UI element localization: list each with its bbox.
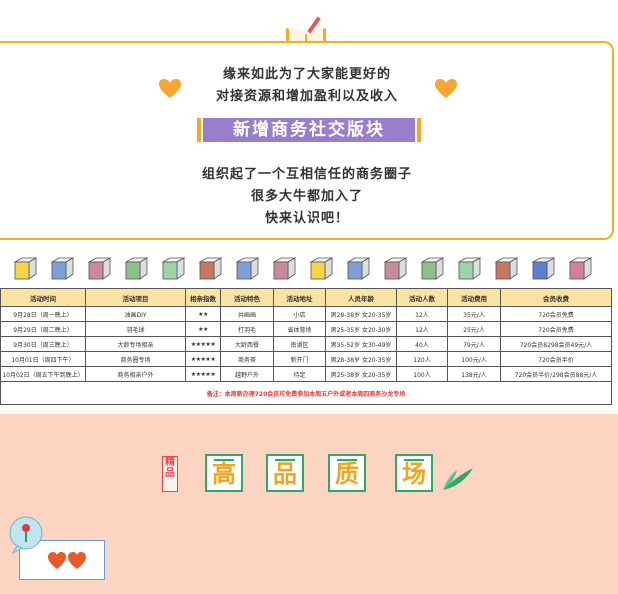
cube-icon (87, 257, 112, 280)
intro-line: 组织起了一个互相信任的商务圈子 (201, 167, 412, 182)
cube-icon (50, 257, 75, 280)
cube-icon (383, 257, 408, 280)
table-cell: ★★★★★ (185, 351, 221, 367)
table-cell: ★★★★★ (185, 366, 221, 382)
table-cell: 新开门 (273, 351, 326, 367)
table-cell: 省体育场 (273, 321, 326, 337)
table-cell: 大龄专场相亲 (85, 336, 186, 352)
cube-icon (346, 257, 371, 280)
table-cell: 待定 (273, 366, 326, 382)
cube-icon (272, 257, 297, 280)
intro-line: 对接资源和增加盈利以及收入 (215, 89, 398, 104)
cube-icon (494, 257, 519, 280)
table-row: 9月29日（周二晚上） 羽毛球 ★★ 打羽毛 省体育场 男25-35岁 女20-30岁 12… (0, 321, 612, 337)
table-cell: 商务相亲户外 (85, 366, 186, 382)
cube-icon (13, 257, 38, 280)
table-cell: 油画DIY (85, 306, 186, 322)
table-cell: 120人 (396, 351, 448, 367)
table-cell: 720会员免费 (500, 321, 612, 337)
intro-line: 快来认识吧！ (264, 211, 349, 226)
table-cell: 720会员半价/298会员88元/人 (500, 366, 612, 382)
table-cell: 羽毛球 (85, 321, 186, 337)
table-cell: 720会员8298会员49元/人 (500, 336, 612, 352)
table-cell: 越野户外 (220, 366, 274, 382)
table-cell: 12人 (396, 306, 448, 322)
table-cell: 40人 (396, 336, 448, 352)
column-header: 活动特色 (220, 288, 274, 307)
heart-icon (435, 79, 457, 98)
quality-char-box: 高 (205, 454, 243, 492)
column-header: 会员收费 (500, 288, 612, 307)
table-note: 备注：本周新办理720会员可免费参加本周五户外或者本周四商务沙龙专场 (0, 381, 612, 405)
column-header: 活动地址 (273, 288, 326, 307)
table-row: 9月30日（周三晚上） 大龄专场相亲 ★★★★★ 大龄西餐 南湖区 男35-52岁 女30… (0, 336, 612, 352)
table-cell: 大龄西餐 (220, 336, 274, 352)
table-cell: 25元/人 (447, 321, 501, 337)
bamboo-leaf-icon (443, 468, 473, 490)
seal-stamp: 精品 (162, 456, 178, 492)
table-cell: ★★ (185, 306, 221, 322)
table-cell: 男28-38岁 女20-35岁 (325, 351, 397, 367)
table-cell: 打羽毛 (220, 321, 274, 337)
section-banner: 新增商务社交版块 (197, 118, 421, 142)
intro-line: 缘来如此为了大家能更好的 (222, 67, 391, 82)
column-header: 相亲指数 (185, 288, 221, 307)
table-cell: 12人 (396, 321, 448, 337)
column-header: 活动时间 (0, 288, 86, 307)
table-cell: 男25-38岁 女20-35岁 (325, 366, 397, 382)
intro-line: 很多大牛都加入了 (250, 189, 363, 204)
cube-icon (309, 257, 334, 280)
table-cell: 男25-35岁 女20-30岁 (325, 321, 397, 337)
table-cell: 35元/人 (447, 306, 501, 322)
table-cell: 9月29日（周二晚上） (0, 321, 86, 337)
table-note-row: 备注：本周新办理720会员可免费参加本周五户外或者本周四商务沙龙专场 (0, 381, 612, 405)
table-cell: 100人 (396, 366, 448, 382)
hearts-icon (48, 552, 86, 569)
rose-bubble-icon (9, 516, 43, 554)
column-header: 活动费用 (447, 288, 501, 307)
table-cell: 100元/人 (447, 351, 501, 367)
cube-icon (161, 257, 186, 280)
table-cell: 9月28日（周一晚上） (0, 306, 86, 322)
table-cell: 商务茶 (220, 351, 274, 367)
table-cell: 男35-52岁 女30-49岁 (325, 336, 397, 352)
intro-card: 缘来如此为了大家能更好的 对接资源和增加盈利以及收入 新增商务社交版块 组织起了… (0, 41, 614, 240)
table-cell: 138元/人 (447, 366, 501, 382)
cube-icon (568, 257, 593, 280)
table-row: 10月02日（周五下午到晚上） 商务相亲户外 ★★★★★ 越野户外 待定 男25-38岁 … (0, 366, 612, 382)
table-header-row: 活动时间 活动项目 相亲指数 活动特色 活动地址 人员年龄 活动人数 活动费用 会员收费 (0, 288, 612, 307)
cube-icon (198, 257, 223, 280)
cube-icon (531, 257, 556, 280)
quality-char-box: 品 (266, 454, 304, 492)
table-cell: 共画画 (220, 306, 274, 322)
table-cell: 10月02日（周五下午到晚上） (0, 366, 86, 382)
cube-icon (235, 257, 260, 280)
cube-icon (124, 257, 149, 280)
table-cell: ★★ (185, 321, 221, 337)
table-cell: 南湖区 (273, 336, 326, 352)
table-cell: 720会员免费 (500, 306, 612, 322)
cube-icon (457, 257, 482, 280)
table-cell: 9月30日（周三晚上） (0, 336, 86, 352)
table-cell: 10月01日（周四下午） (0, 351, 86, 367)
cube-decoration-row (12, 256, 612, 282)
column-header: 活动项目 (85, 288, 186, 307)
quality-char-box: 场 (395, 454, 433, 492)
table-cell: 79元/人 (447, 336, 501, 352)
table-cell: 720会员半价 (500, 351, 612, 367)
cube-icon (420, 257, 445, 280)
table-cell: 小店 (273, 306, 326, 322)
table-cell: 商务圈专场 (85, 351, 186, 367)
activity-table: 活动时间 活动项目 相亲指数 活动特色 活动地址 人员年龄 活动人数 活动费用 会员收费 9月2… (0, 288, 612, 408)
column-header: 活动人数 (396, 288, 448, 307)
quality-char-box: 质 (328, 454, 366, 492)
table-row: 9月28日（周一晚上） 油画DIY ★★ 共画画 小店 男28-38岁 女20-35岁 12… (0, 306, 612, 322)
table-cell: ★★★★★ (185, 336, 221, 352)
quality-section: 精品 高 品 质 场 (0, 414, 618, 594)
column-header: 人员年龄 (325, 288, 397, 307)
table-row: 10月01日（周四下午） 商务圈专场 ★★★★★ 商务茶 新开门 男28-38岁 女20-… (0, 351, 612, 367)
table-cell: 男28-38岁 女20-35岁 (325, 306, 397, 322)
heart-icon (159, 79, 181, 98)
